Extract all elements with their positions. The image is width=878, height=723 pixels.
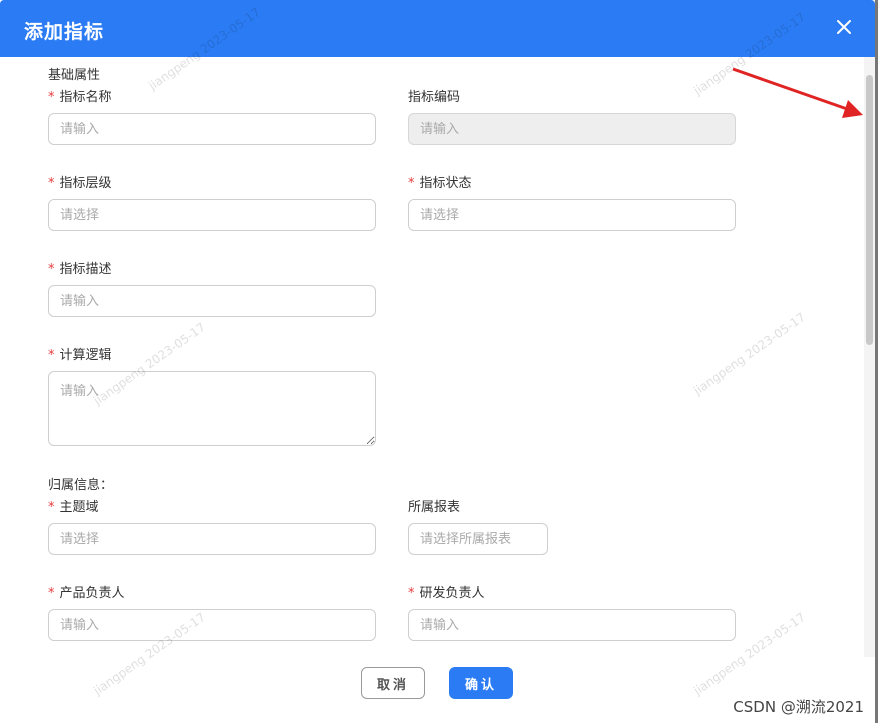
metric-name-input[interactable]: [48, 113, 376, 145]
add-metric-dialog: 添加指标 基础属性 *指标名称 指标编码 *指标层级 *指标状态 *指标描述 *…: [0, 0, 875, 723]
required-mark: *: [48, 348, 55, 363]
required-mark: *: [48, 262, 55, 277]
calc-logic-textarea[interactable]: [48, 371, 376, 446]
required-mark: *: [48, 586, 55, 601]
required-mark: *: [48, 176, 55, 191]
field-label-dev-owner: * 研发负责人: [408, 586, 485, 601]
required-mark: *: [48, 90, 55, 105]
scrollbar-thumb[interactable]: [866, 75, 873, 345]
confirm-button[interactable]: 确认: [449, 667, 513, 699]
field-label-status: * 指标状态: [408, 176, 472, 191]
watermark: jiangpeng 2023-05-17: [690, 309, 808, 398]
report-select[interactable]: [408, 523, 548, 555]
subject-domain-select[interactable]: [48, 523, 376, 555]
metric-code-input: [408, 113, 736, 145]
close-icon[interactable]: [835, 18, 853, 36]
required-mark: *: [48, 500, 55, 515]
required-mark: *: [408, 586, 415, 601]
metric-desc-input[interactable]: [48, 285, 376, 317]
metric-level-select[interactable]: [48, 199, 376, 231]
field-label-name: * 指标名称: [48, 90, 112, 105]
product-owner-input[interactable]: [48, 609, 376, 641]
dev-owner-input[interactable]: [408, 609, 736, 641]
field-label-level: * 指标层级: [48, 176, 112, 191]
section-basic-title: 基础属性: [48, 68, 101, 83]
scrollbar[interactable]: [864, 57, 875, 657]
field-label-code: 指标编码: [408, 90, 461, 105]
field-label-domain: * 主题域: [48, 500, 99, 515]
section-owner-title: 归属信息：: [48, 478, 114, 493]
field-label-desc: * 指标描述: [48, 262, 112, 277]
required-mark: *: [408, 176, 415, 191]
field-label-product-owner: * 产品负责人: [48, 586, 125, 601]
annotation-arrow-icon: [732, 67, 863, 118]
metric-status-select[interactable]: [408, 199, 736, 231]
dialog-title: 添加指标: [24, 21, 105, 43]
field-label-report: 所属报表: [408, 500, 461, 515]
cancel-button[interactable]: 取消: [361, 667, 425, 699]
field-label-logic: * 计算逻辑: [48, 348, 112, 363]
csdn-credit: CSDN @溯流2021: [733, 698, 864, 716]
